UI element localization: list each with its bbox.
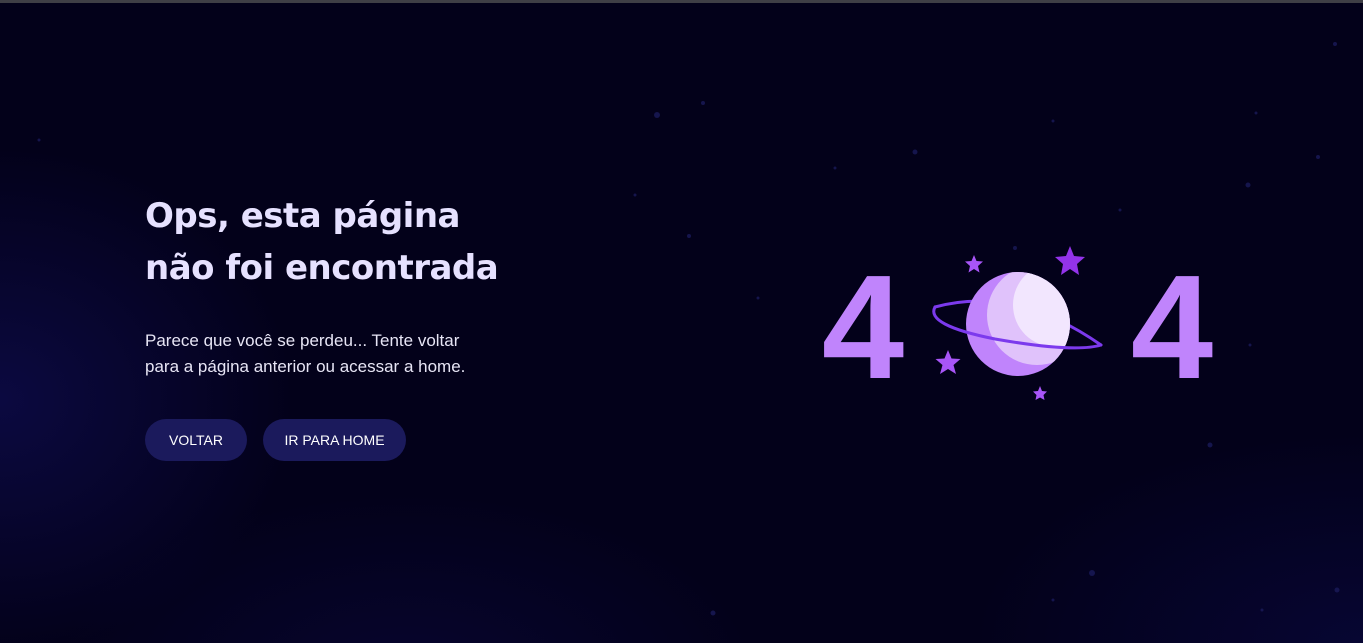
star-icon	[935, 350, 961, 374]
go-home-button[interactable]: IR PARA HOME	[263, 419, 406, 461]
404-illustration: 4 4	[822, 245, 1213, 410]
error-message: Ops, esta página não foi encontrada Pare…	[145, 190, 565, 380]
star-icon	[965, 255, 983, 273]
page-title-line-2: não foi encontrada	[145, 248, 499, 288]
star-icon	[1055, 246, 1085, 275]
page-title: Ops, esta página não foi encontrada	[145, 190, 565, 294]
star-icon	[1033, 386, 1047, 400]
page-description-line-2: para a página anterior ou acessar a home…	[145, 357, 466, 376]
page-description: Parece que você se perdeu... Tente volta…	[145, 328, 545, 380]
digit-4-left: 4	[822, 245, 904, 410]
action-buttons: VOLTAR IR PARA HOME	[145, 419, 406, 461]
back-button[interactable]: VOLTAR	[145, 419, 247, 461]
page-description-line-1: Parece que você se perdeu... Tente volta…	[145, 331, 460, 350]
page-title-line-1: Ops, esta página	[145, 196, 460, 236]
digit-4-right: 4	[1131, 245, 1213, 410]
star-icons	[1055, 246, 1085, 275]
